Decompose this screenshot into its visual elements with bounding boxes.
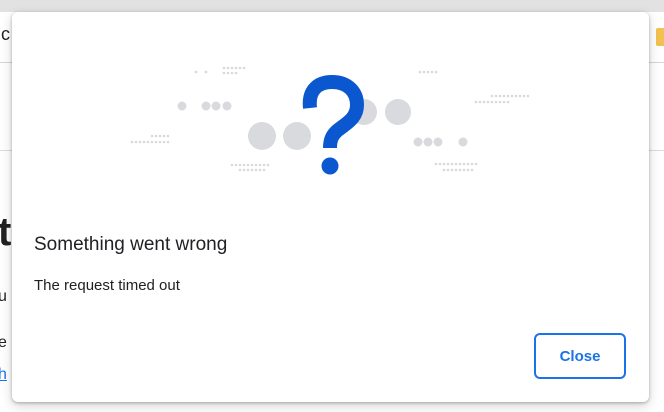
dialog-title: Something went wrong (34, 234, 228, 255)
background-link-fragment[interactable]: h (0, 366, 7, 384)
error-illustration (130, 66, 530, 175)
large-dot (283, 122, 311, 150)
dot (458, 137, 468, 147)
dotted-line (434, 162, 478, 172)
dot (423, 137, 433, 147)
dotted-line (418, 70, 438, 74)
dot (177, 101, 187, 111)
dot (433, 137, 443, 147)
question-mark-icon (302, 74, 365, 149)
dot (413, 137, 423, 147)
dot (211, 101, 221, 111)
dotted-line (474, 94, 530, 104)
dot (201, 101, 211, 111)
close-button[interactable]: Close (534, 333, 626, 379)
large-dot (248, 122, 276, 150)
dialog-message: The request timed out (34, 277, 180, 294)
dotted-line (194, 66, 246, 75)
background-text-fragment: e (0, 334, 7, 351)
background-text-fragment: u (0, 288, 7, 305)
error-dialog: Something went wrong The request timed o… (12, 12, 649, 402)
background-tab-chip (656, 28, 664, 46)
background-text-fragment: c (1, 24, 10, 44)
large-dot (385, 99, 411, 125)
dotted-line (230, 163, 270, 172)
background-heading-fragment: t (0, 210, 12, 254)
question-mark-dot (321, 157, 339, 175)
browser-top-bar (0, 0, 664, 12)
dot (222, 101, 232, 111)
dotted-line (130, 134, 170, 144)
